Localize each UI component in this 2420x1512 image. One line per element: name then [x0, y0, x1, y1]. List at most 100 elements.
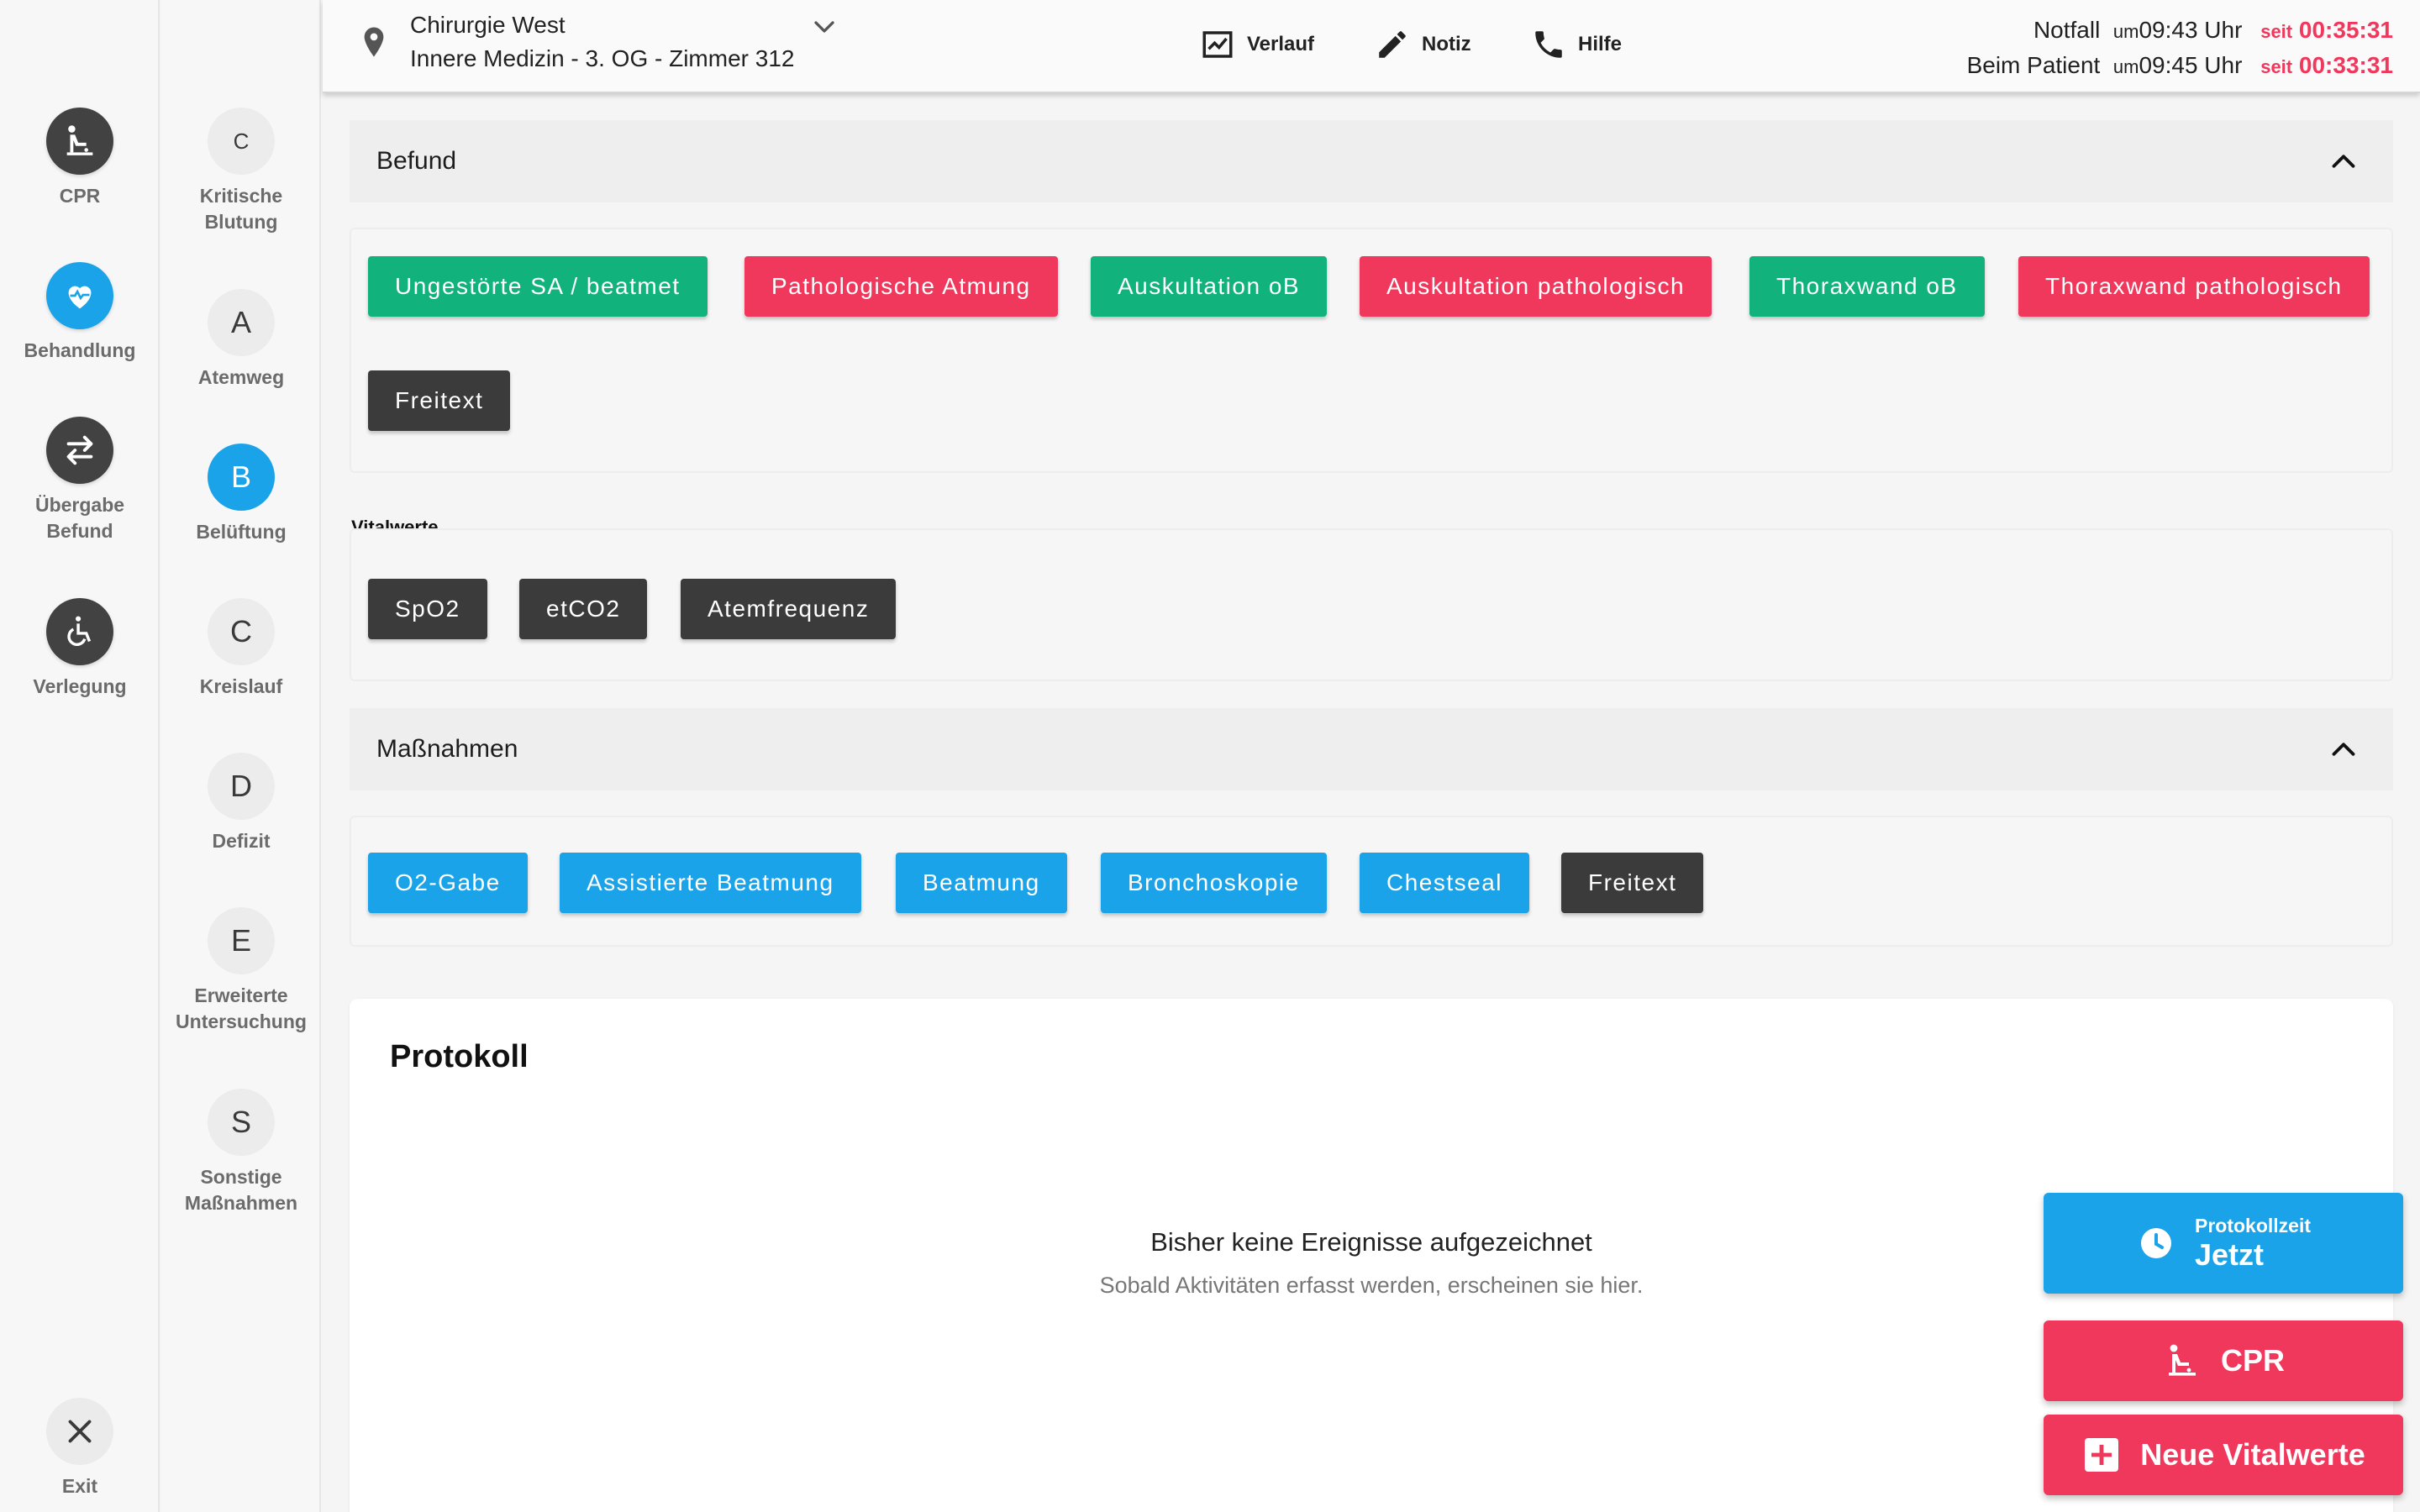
time-row-beim-patient: Beim Patient um09:45 Uhr seit 00:33:31	[1967, 49, 2393, 84]
time-value: 09:43 Uhr	[2139, 17, 2243, 43]
abcde-item-kreislauf[interactable]: C Kreislauf	[161, 598, 321, 700]
swap-arrows-icon	[46, 417, 113, 484]
massnahmen-panel: O2-Gabe Assistierte Beatmung Beatmung Br…	[350, 816, 2393, 947]
location-line-1: Chirurgie West	[410, 12, 566, 38]
time-row-notfall: Notfall um09:43 Uhr seit 00:35:31	[1967, 13, 2393, 49]
abcde-letter: E	[208, 907, 275, 974]
verlauf-button[interactable]: Verlauf	[1200, 27, 1314, 62]
location-pin-icon	[364, 27, 384, 57]
heart-pulse-icon	[46, 262, 113, 329]
abcde-item-kritische-blutung[interactable]: C Kritische Blutung	[161, 108, 321, 235]
app-root: CPR Behandlung Übergabe Befund Verlegung…	[0, 0, 2420, 1512]
time-duration: 00:35:31	[2298, 17, 2393, 43]
nav-item-label: Übergabe Befund	[34, 494, 125, 542]
nav-item-uebergabe-befund[interactable]: Übergabe Befund	[0, 417, 160, 544]
befund-chip[interactable]: Ungestörte SA / beatmet	[368, 256, 708, 317]
protokollzeit-text: Protokollzeit Jetzt	[2195, 1215, 2311, 1273]
time-um: um	[2112, 56, 2139, 77]
main-nav-rail: CPR Behandlung Übergabe Befund Verlegung…	[0, 0, 160, 1512]
befund-chip[interactable]: Pathologische Atmung	[744, 256, 1058, 317]
abcde-letter: S	[208, 1089, 275, 1156]
hilfe-button[interactable]: Hilfe	[1531, 27, 1622, 62]
time-duration: 00:33:31	[2298, 52, 2393, 78]
massnahmen-section-header[interactable]: Maßnahmen	[350, 708, 2393, 790]
section-title: Maßnahmen	[376, 735, 518, 763]
vitalwerte-chip[interactable]: Atemfrequenz	[681, 579, 897, 639]
chart-line-icon	[1202, 31, 1233, 58]
verlauf-label: Verlauf	[1247, 33, 1315, 55]
exit-button[interactable]: Exit	[0, 1398, 160, 1499]
abcde-item-atemweg[interactable]: A Atemweg	[161, 289, 321, 391]
massnahmen-chip[interactable]: O2-Gabe	[368, 853, 528, 913]
pencil-icon	[1379, 31, 1406, 58]
time-label: Notfall	[2033, 17, 2101, 43]
phone-icon	[1535, 31, 1562, 58]
cpr-fab-button[interactable]: CPR	[2044, 1320, 2403, 1401]
location-line-2: Innere Medizin - 3. OG - Zimmer 312	[410, 45, 795, 71]
abcde-item-belueftung[interactable]: B Belüftung	[161, 444, 321, 545]
nav-item-behandlung[interactable]: Behandlung	[0, 262, 160, 364]
abcde-label: Sonstige Maßnahmen	[184, 1166, 298, 1214]
chevron-up-icon	[2332, 155, 2355, 168]
neue-vitalwerte-button[interactable]: Neue Vitalwerte	[2044, 1415, 2403, 1495]
chevron-down-icon	[814, 21, 835, 33]
close-icon	[46, 1398, 113, 1465]
protokollzeit-button[interactable]: Protokollzeit Jetzt	[2044, 1193, 2403, 1294]
section-title: Befund	[376, 147, 457, 175]
massnahmen-chip[interactable]: Chestseal	[1360, 853, 1530, 913]
abcde-letter: A	[208, 289, 275, 356]
abcde-nav: C Kritische Blutung A Atemweg B Belüftun…	[161, 0, 321, 1512]
abcde-item-erweiterte-untersuchung[interactable]: E Erweiterte Untersuchung	[161, 907, 321, 1035]
massnahmen-chip[interactable]: Beatmung	[896, 853, 1067, 913]
abcde-label: Kritische Blutung	[199, 185, 283, 233]
befund-chip[interactable]: Auskultation oB	[1091, 256, 1328, 317]
befund-section-header[interactable]: Befund	[350, 120, 2393, 202]
abcde-label: Kreislauf	[199, 675, 283, 697]
befund-chip[interactable]: Thoraxwand pathologisch	[2018, 256, 2370, 317]
notiz-button[interactable]: Notiz	[1375, 27, 1471, 62]
protokollzeit-label: Protokollzeit	[2194, 1214, 2311, 1236]
vitalwerte-panel: SpO2 etCO2 Atemfrequenz	[350, 528, 2393, 681]
cpr-fab-label: CPR	[2220, 1343, 2285, 1378]
time-value: 09:45 Uhr	[2139, 52, 2243, 78]
massnahmen-chip[interactable]: Assistierte Beatmung	[560, 853, 861, 913]
massnahmen-chip[interactable]: Bronchoskopie	[1101, 853, 1327, 913]
protokoll-title: Protokoll	[390, 1039, 529, 1074]
time-label: Beim Patient	[1966, 52, 2101, 78]
abcde-label: Erweiterte Untersuchung	[176, 984, 307, 1032]
time-seit: seit	[2260, 21, 2293, 42]
massnahmen-chip-freitext[interactable]: Freitext	[1561, 853, 1704, 913]
protokollzeit-value: Jetzt	[2194, 1236, 2265, 1272]
clock-icon	[2140, 1228, 2171, 1258]
location-selector[interactable]: Chirurgie West Innere Medizin - 3. OG - …	[356, 8, 841, 76]
time-stats: Notfall um09:43 Uhr seit 00:35:31 Beim P…	[1967, 13, 2393, 84]
abcde-letter: C	[208, 598, 275, 665]
befund-panel: Ungestörte SA / beatmet Pathologische At…	[350, 228, 2393, 473]
befund-chip-freitext[interactable]: Freitext	[368, 370, 511, 431]
vitalwerte-chip[interactable]: etCO2	[519, 579, 648, 639]
vitalwerte-chip[interactable]: SpO2	[368, 579, 487, 639]
abcde-item-sonstige-massnahmen[interactable]: S Sonstige Maßnahmen	[161, 1089, 321, 1216]
nav-item-verlegung[interactable]: Verlegung	[0, 598, 160, 700]
exit-label: Exit	[61, 1475, 98, 1497]
nav-item-label: Verlegung	[33, 675, 127, 697]
plus-box-icon	[2085, 1438, 2119, 1472]
abcde-letter: D	[208, 753, 275, 820]
location-text: Chirurgie West Innere Medizin - 3. OG - …	[410, 8, 794, 76]
time-um: um	[2112, 21, 2139, 42]
notiz-label: Notiz	[1422, 33, 1471, 55]
abcde-letter: B	[208, 444, 275, 511]
main-content: Befund Ungestörte SA / beatmet Pathologi…	[350, 93, 2393, 1512]
neue-vitalwerte-label: Neue Vitalwerte	[2140, 1437, 2365, 1472]
nav-item-label: Behandlung	[24, 339, 136, 361]
befund-chip[interactable]: Thoraxwand oB	[1749, 256, 1985, 317]
nav-item-cpr[interactable]: CPR	[0, 108, 160, 209]
abcde-label: Atemweg	[197, 366, 285, 388]
abcde-item-defizit[interactable]: D Defizit	[161, 753, 321, 854]
abcde-label: Belüftung	[196, 521, 287, 543]
chevron-up-icon	[2332, 743, 2355, 756]
cpr-icon	[2168, 1344, 2196, 1376]
time-seit: seit	[2260, 56, 2293, 77]
befund-chip[interactable]: Auskultation pathologisch	[1360, 256, 1712, 317]
hilfe-label: Hilfe	[1578, 33, 1623, 55]
